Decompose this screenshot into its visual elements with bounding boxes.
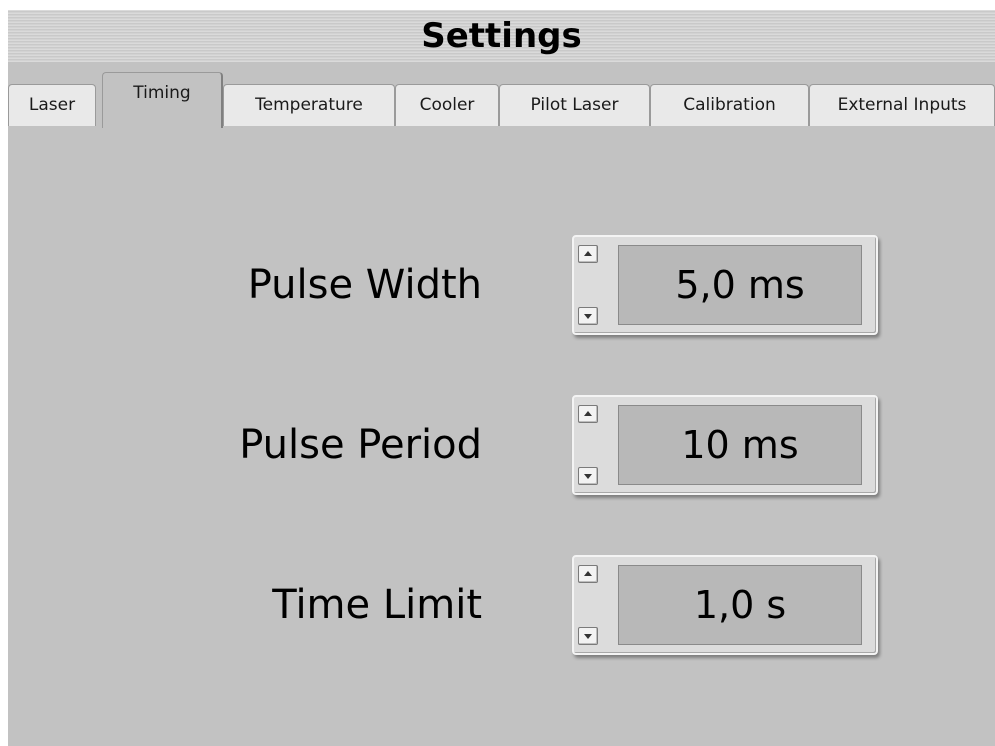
time-limit-row: Time Limit 1,0 s [8, 555, 995, 655]
pulse-period-value[interactable]: 10 ms [618, 405, 862, 485]
pulse-width-control: 5,0 ms [572, 235, 878, 335]
pulse-period-decrement-button[interactable] [578, 467, 598, 485]
pulse-width-row: Pulse Width 5,0 ms [8, 235, 995, 335]
tab-timing[interactable]: Timing [102, 72, 223, 128]
pulse-width-spinner [578, 241, 614, 329]
pulse-period-control: 10 ms [572, 395, 878, 495]
window-title: Settings [421, 16, 582, 56]
triangle-up-icon [584, 411, 592, 416]
triangle-down-icon [584, 634, 592, 639]
pulse-period-row: Pulse Period 10 ms [8, 395, 995, 495]
time-limit-control: 1,0 s [572, 555, 878, 655]
time-limit-label: Time Limit [272, 582, 482, 628]
tab-temperature[interactable]: Temperature [223, 84, 395, 126]
pulse-width-label: Pulse Width [247, 262, 482, 308]
pulse-width-decrement-button[interactable] [578, 307, 598, 325]
time-limit-spinner [578, 561, 614, 649]
tab-calibration[interactable]: Calibration [650, 84, 809, 126]
time-limit-increment-button[interactable] [578, 565, 598, 583]
triangle-down-icon [584, 314, 592, 319]
time-limit-decrement-button[interactable] [578, 627, 598, 645]
pulse-period-spinner [578, 401, 614, 489]
tab-cooler[interactable]: Cooler [395, 84, 499, 126]
pulse-period-label: Pulse Period [239, 422, 482, 468]
tab-pilot-laser[interactable]: Pilot Laser [499, 84, 650, 126]
tab-external-inputs[interactable]: External Inputs [809, 84, 995, 126]
tab-strip: Laser Temperature Cooler Pilot Laser Cal… [8, 72, 995, 130]
time-limit-value[interactable]: 1,0 s [618, 565, 862, 645]
triangle-up-icon [584, 571, 592, 576]
pulse-period-increment-button[interactable] [578, 405, 598, 423]
tab-laser[interactable]: Laser [8, 84, 96, 126]
pulse-width-value[interactable]: 5,0 ms [618, 245, 862, 325]
triangle-up-icon [584, 251, 592, 256]
title-bar: Settings [8, 10, 995, 62]
settings-window: Settings Laser Temperature Cooler Pilot … [8, 10, 995, 746]
pulse-width-increment-button[interactable] [578, 245, 598, 263]
triangle-down-icon [584, 474, 592, 479]
